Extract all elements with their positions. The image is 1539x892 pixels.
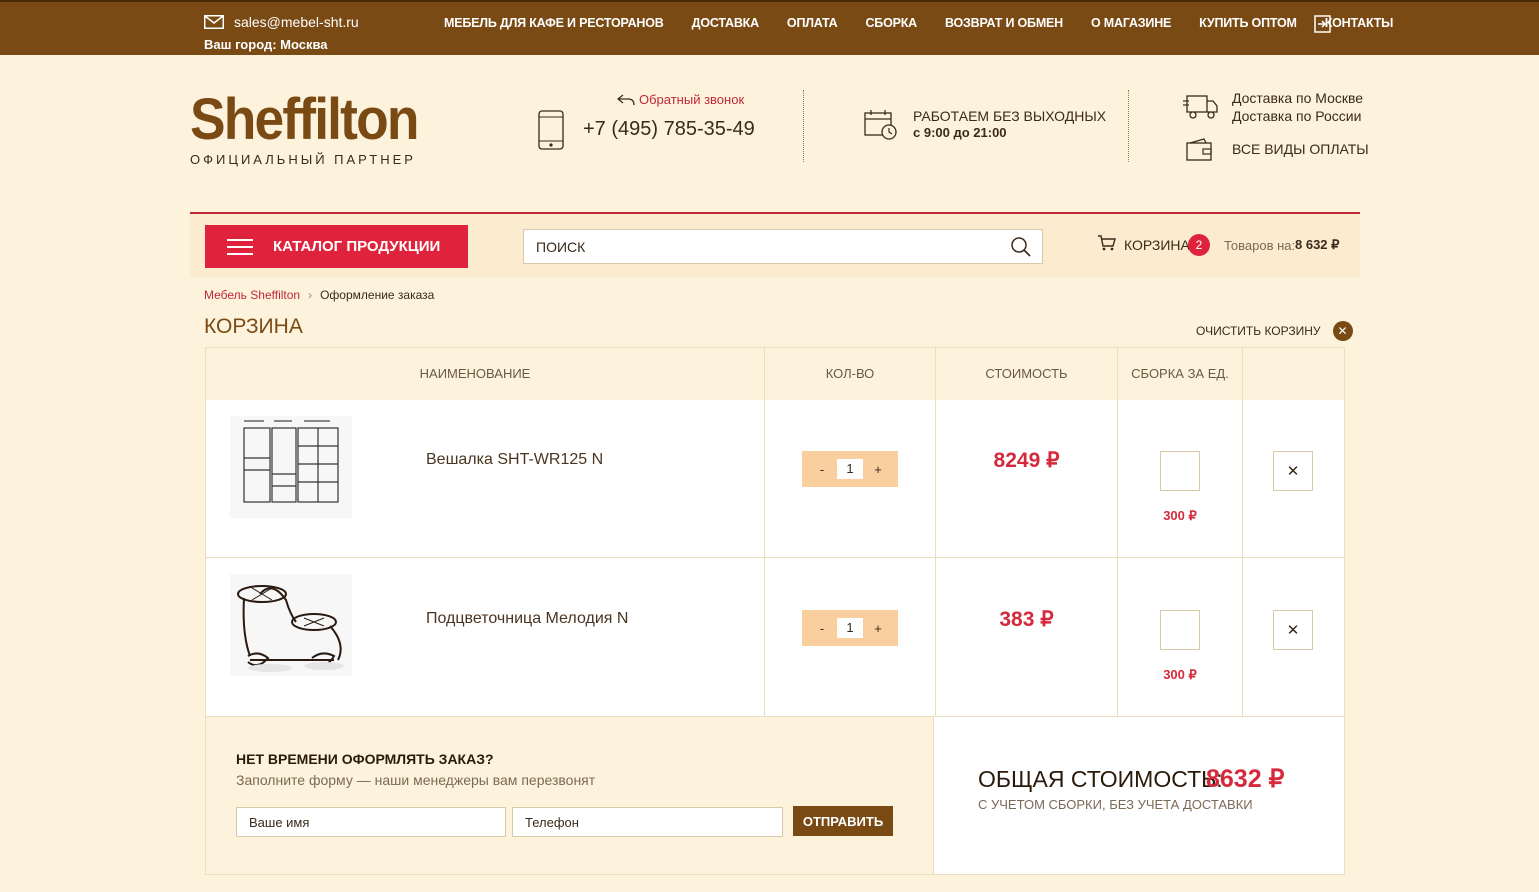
quantity-stepper: - 1 + — [802, 610, 898, 646]
quantity-value[interactable]: 1 — [837, 618, 863, 638]
product-price: 383 ₽ — [999, 608, 1054, 631]
remove-item-button[interactable]: ✕ — [1273, 451, 1313, 491]
close-icon: ✕ — [1286, 622, 1300, 639]
cart-link[interactable]: КОРЗИНА — [1124, 237, 1190, 253]
order-total: ОБЩАЯ СТОИМОСТЬ: 8632 ₽ С УЧЕТОМ СБОРКИ,… — [933, 716, 1345, 875]
quick-order-subtitle: Заполните форму — наши менеджеры вам пер… — [236, 772, 596, 788]
divider — [803, 90, 804, 162]
working-days: РАБОТАЕМ БЕЗ ВЫХОДНЫХ — [913, 108, 1107, 124]
nav-wholesale[interactable]: КУПИТЬ ОПТОМ — [1199, 16, 1297, 30]
nav-returns[interactable]: ВОЗВРАТ И ОБМЕН — [945, 16, 1063, 30]
page-title: КОРЗИНА — [204, 315, 303, 338]
email-link[interactable]: sales@mebel-sht.ru — [204, 14, 359, 30]
column-assembly: СБОРКА ЗА ЕД. — [1131, 366, 1229, 381]
assembly-checkbox[interactable] — [1160, 610, 1200, 650]
decrease-button[interactable]: - — [813, 462, 831, 477]
breadcrumb-home[interactable]: Мебель Sheffilton — [204, 288, 300, 302]
menu-icon — [227, 238, 253, 255]
cart-icon[interactable] — [1098, 235, 1116, 251]
column-qty: КОЛ-ВО — [825, 366, 875, 381]
nav-delivery[interactable]: ДОСТАВКА — [692, 16, 760, 30]
divider — [206, 557, 1344, 558]
quantity-value[interactable]: 1 — [837, 459, 863, 479]
callback-text: Обратный звонок — [639, 92, 745, 107]
total-label: ОБЩАЯ СТОИМОСТЬ: — [978, 766, 1223, 792]
increase-button[interactable]: + — [869, 621, 887, 636]
divider — [1128, 90, 1129, 162]
delivery-moscow-link[interactable]: Доставка по Москве — [1232, 90, 1363, 106]
divider — [1242, 348, 1243, 717]
table-header: НАИМЕНОВАНИЕ КОЛ-ВО СТОИМОСТЬ СБОРКА ЗА … — [206, 348, 1344, 400]
search-input[interactable] — [524, 230, 994, 263]
catalog-button[interactable]: КАТАЛОГ ПРОДУКЦИИ — [205, 225, 468, 268]
remove-item-button[interactable]: ✕ — [1273, 610, 1313, 650]
clear-cart-button[interactable]: ОЧИСТИТЬ КОРЗИНУ ✕ — [1196, 321, 1353, 341]
cart-total-label: Товаров на: — [1224, 238, 1296, 253]
assembly-price: 300 ₽ — [1163, 508, 1197, 523]
truck-icon — [1183, 95, 1218, 119]
login-button[interactable] — [1313, 14, 1333, 39]
quantity-stepper: - 1 + — [802, 451, 898, 487]
product-price: 8249 ₽ — [993, 449, 1060, 472]
top-nav: МЕБЕЛЬ ДЛЯ КАФЕ И РЕСТОРАНОВ ДОСТАВКА ОП… — [444, 16, 1421, 30]
increase-button[interactable]: + — [869, 462, 887, 477]
cart-table: НАИМЕНОВАНИЕ КОЛ-ВО СТОИМОСТЬ СБОРКА ЗА … — [205, 347, 1345, 717]
product-name[interactable]: Вешалка SHT-WR125 N — [426, 451, 603, 469]
email-text: sales@mebel-sht.ru — [234, 14, 359, 30]
login-icon — [1314, 15, 1331, 33]
quick-order-title: НЕТ ВРЕМЕНИ ОФОРМЛЯТЬ ЗАКАЗ? — [236, 751, 494, 767]
decrease-button[interactable]: - — [813, 621, 831, 636]
close-icon: ✕ — [1286, 463, 1300, 480]
reply-arrow-icon — [617, 93, 635, 105]
catalog-bar: КАТАЛОГ ПРОДУКЦИИ КОРЗИНА 2 Товаров на: … — [190, 212, 1360, 278]
payment-methods-link[interactable]: ВСЕ ВИДЫ ОПЛАТЫ — [1232, 141, 1369, 157]
assembly-price: 300 ₽ — [1163, 667, 1197, 682]
calendar-clock-icon — [864, 110, 897, 140]
divider — [764, 348, 765, 717]
top-bar: sales@mebel-sht.ru Ваш город: Москва МЕБ… — [0, 0, 1539, 55]
assembly-checkbox[interactable] — [1160, 451, 1200, 491]
nav-payment[interactable]: ОПЛАТА — [787, 16, 838, 30]
clear-cart-label: ОЧИСТИТЬ КОРЗИНУ — [1196, 324, 1321, 338]
phone-input[interactable] — [512, 807, 783, 837]
quick-order-form: НЕТ ВРЕМЕНИ ОФОРМЛЯТЬ ЗАКАЗ? Заполните ф… — [205, 716, 934, 875]
nav-cafe[interactable]: МЕБЕЛЬ ДЛЯ КАФЕ И РЕСТОРАНОВ — [444, 16, 664, 30]
divider — [1117, 348, 1118, 717]
nav-about[interactable]: О МАГАЗИНЕ — [1091, 16, 1171, 30]
search-icon[interactable] — [1010, 236, 1032, 258]
product-image-plant-stand[interactable] — [230, 574, 352, 676]
breadcrumb-current: Оформление заказа — [320, 288, 435, 302]
callback-link[interactable]: Обратный звонок — [617, 92, 744, 107]
logo-text: Sheffilton — [190, 87, 419, 152]
wallet-icon — [1186, 138, 1212, 161]
chevron-right-icon: › — [308, 288, 313, 302]
total-value: 8632 ₽ — [1206, 765, 1285, 793]
cart-count-badge: 2 — [1188, 234, 1210, 256]
column-price: СТОИМОСТЬ — [985, 366, 1068, 381]
city-selector[interactable]: Ваш город: Москва — [204, 37, 328, 52]
cart-total-value: 8 632 ₽ — [1295, 237, 1340, 252]
column-name: НАИМЕНОВАНИЕ — [419, 366, 531, 381]
nav-contacts[interactable]: КОНТАКТЫ — [1325, 16, 1394, 30]
delivery-russia-link[interactable]: Доставка по России — [1232, 108, 1361, 124]
search-box — [523, 229, 1043, 264]
nav-assembly[interactable]: СБОРКА — [865, 16, 917, 30]
name-input[interactable] — [236, 807, 506, 837]
total-note: С УЧЕТОМ СБОРКИ, БЕЗ УЧЕТА ДОСТАВКИ — [978, 797, 1253, 812]
breadcrumb: Мебель Sheffilton › Оформление заказа — [204, 288, 434, 302]
mail-icon — [204, 15, 224, 29]
product-image-hanger[interactable] — [230, 416, 352, 518]
close-icon: ✕ — [1332, 321, 1353, 341]
product-name[interactable]: Подцветочница Мелодия N — [426, 610, 628, 628]
phone-icon — [538, 110, 564, 150]
phone-number[interactable]: +7 (495) 785-35-49 — [583, 118, 755, 141]
submit-button[interactable]: ОТПРАВИТЬ — [793, 806, 893, 836]
logo-subtitle: ОФИЦИАЛЬНЫЙ ПАРТНЕР — [190, 152, 416, 167]
divider — [935, 348, 936, 717]
catalog-label: КАТАЛОГ ПРОДУКЦИИ — [273, 238, 441, 255]
working-hours: с 9:00 до 21:00 — [913, 125, 1007, 140]
logo[interactable]: Sheffilton ОФИЦИАЛЬНЫЙ ПАРТНЕР — [190, 87, 437, 168]
